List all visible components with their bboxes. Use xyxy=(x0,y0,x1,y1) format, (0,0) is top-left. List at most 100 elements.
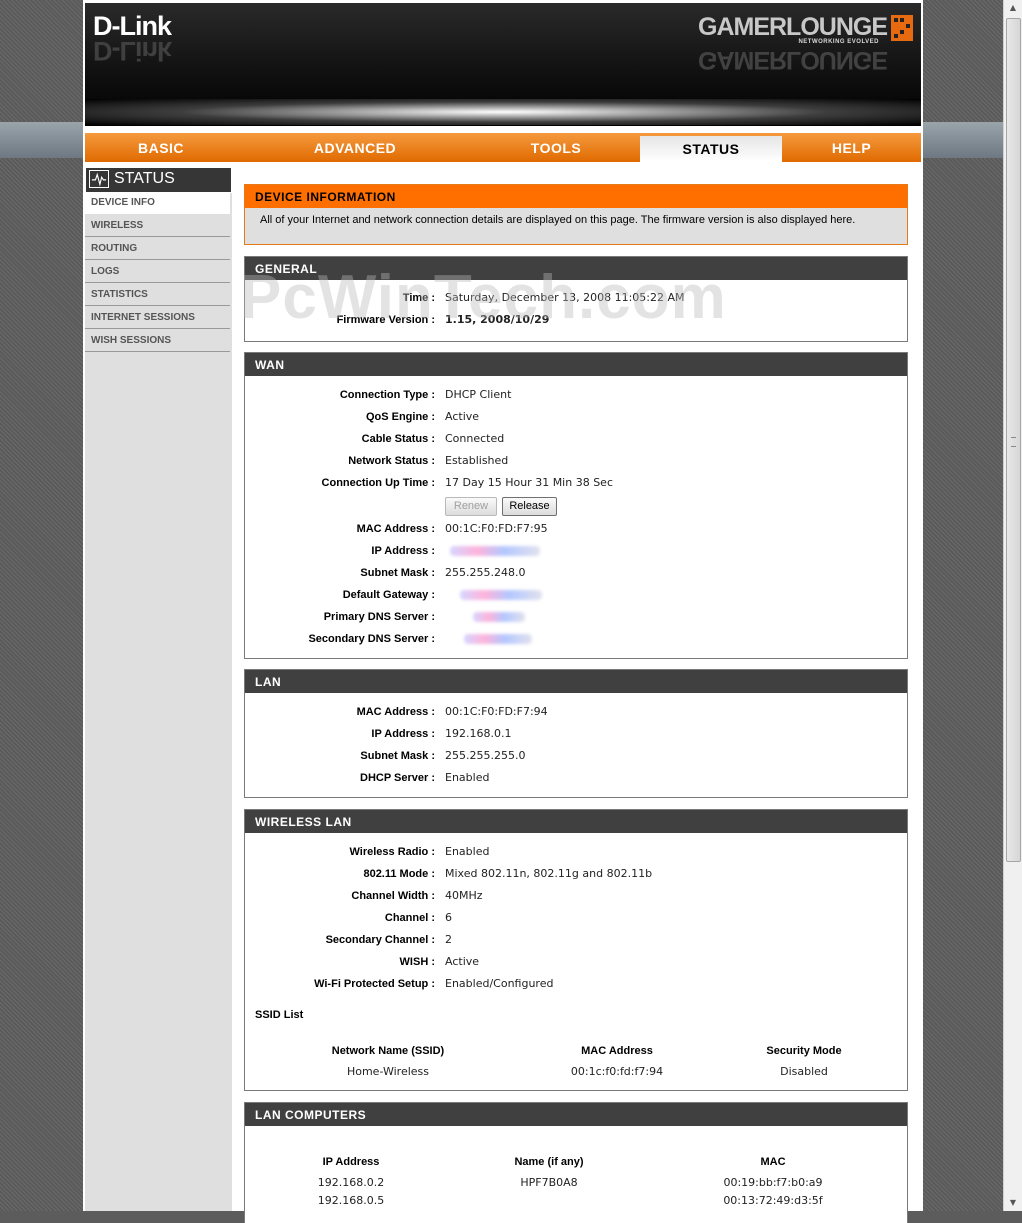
wan-qos-row: QoS Engine : Active xyxy=(245,406,907,428)
lan-computers-header-name: Name (if any) xyxy=(514,1156,584,1168)
release-button[interactable]: Release xyxy=(502,497,557,516)
channel-value: 6 xyxy=(445,911,452,924)
wan-buttons-row: Renew Release xyxy=(245,497,907,519)
tab-basic[interactable]: BASIC xyxy=(85,133,237,162)
lan-ip-label: IP Address : xyxy=(371,728,435,740)
sidebar-title: STATUS xyxy=(114,170,175,187)
wireless-radio-label: Wireless Radio : xyxy=(349,846,435,858)
cable-status-label: Cable Status : xyxy=(361,433,435,445)
redacted-primary-dns xyxy=(473,612,525,622)
general-title: GENERAL xyxy=(245,257,907,280)
lan-subnet-value: 255.255.255.0 xyxy=(445,749,526,762)
secondary-channel-value: 2 xyxy=(445,933,452,946)
wireless-lan-title: WIRELESS LAN xyxy=(245,810,907,833)
ssid-header-security: Security Mode xyxy=(766,1045,842,1057)
ssid-name-cell: Home-Wireless xyxy=(346,1065,430,1078)
wan-uptime-row: Connection Up Time : 17 Day 15 Hour 31 M… xyxy=(245,472,907,494)
channel-label: Channel : xyxy=(384,912,435,924)
wan-subnet-row: Subnet Mask : 255.255.248.0 xyxy=(245,562,907,584)
sidebar-item-statistics[interactable]: STATISTICS xyxy=(85,284,230,306)
tab-advanced[interactable]: ADVANCED xyxy=(237,133,473,162)
dhcp-label: DHCP Server : xyxy=(360,772,435,784)
redacted-ip xyxy=(450,546,540,556)
general-section: GENERAL Time : Saturday, December 13, 20… xyxy=(244,256,908,342)
wan-mac-row: MAC Address : 00:1C:F0:FD:F7:95 xyxy=(245,518,907,540)
sidebar-item-wish-sessions[interactable]: WISH SESSIONS xyxy=(85,330,230,352)
sidebar: STATUS DEVICE INFO WIRELESS ROUTING LOGS… xyxy=(85,167,232,1211)
gamerlounge-logo: GAMERLOUNGE xyxy=(698,13,888,41)
lan-computers-title: LAN COMPUTERS xyxy=(245,1103,907,1126)
gamerlounge-mark-icon xyxy=(891,15,913,41)
device-info-description: All of your Internet and network connect… xyxy=(260,214,856,226)
lan-ip-value: 192.168.0.1 xyxy=(445,727,512,740)
lan-computers-header-ip: IP Address xyxy=(322,1156,380,1168)
dlink-logo: D-Link xyxy=(93,11,172,41)
ssid-list-label: SSID List xyxy=(255,1009,304,1021)
time-row: Time : Saturday, December 13, 2008 11:05… xyxy=(245,287,907,309)
connection-type-label: Connection Type : xyxy=(339,389,435,401)
network-status-value: Established xyxy=(445,454,509,467)
channel-row: Channel : 6 xyxy=(245,907,907,929)
main-nav: BASIC ADVANCED TOOLS STATUS HELP xyxy=(85,133,921,162)
wan-connection-type-row: Connection Type : DHCP Client xyxy=(245,384,907,406)
primary-dns-label: Primary DNS Server : xyxy=(323,611,435,623)
lan-mac-label: MAC Address : xyxy=(356,706,435,718)
lan-computer-ip-cell: 192.168.0.5 xyxy=(317,1194,385,1207)
wireless-lan-section: WIRELESS LAN Wireless Radio : Enabled 80… xyxy=(244,809,908,1091)
sidebar-item-wireless[interactable]: WIRELESS xyxy=(85,215,230,237)
wan-mac-label: MAC Address : xyxy=(356,523,435,535)
wan-subnet-value: 255.255.248.0 xyxy=(445,566,526,579)
firmware-row: Firmware Version : 1.15, 2008/10/29 xyxy=(245,309,907,331)
lan-dhcp-row: DHCP Server : Enabled xyxy=(245,767,907,789)
wps-label: Wi-Fi Protected Setup : xyxy=(314,978,435,990)
scroll-down-arrow-icon[interactable]: ▼ xyxy=(1005,1195,1021,1211)
wireless-radio-value: Enabled xyxy=(445,845,490,858)
wan-ip-label: IP Address : xyxy=(371,545,435,557)
sidebar-item-routing[interactable]: ROUTING xyxy=(85,238,230,260)
scroll-grip-icon xyxy=(1011,437,1016,447)
lan-ip-row: IP Address : 192.168.0.1 xyxy=(245,723,907,745)
tab-status[interactable]: STATUS xyxy=(640,136,782,162)
connection-type-value: DHCP Client xyxy=(445,388,512,401)
wireless-radio-row: Wireless Radio : Enabled xyxy=(245,841,907,863)
ssid-header-name: Network Name (SSID) xyxy=(331,1045,445,1057)
wan-subnet-label: Subnet Mask : xyxy=(360,567,435,579)
sidebar-header: STATUS xyxy=(85,167,232,193)
gamerlounge-tagline: NETWORKING EVOLVED xyxy=(798,39,879,45)
lan-computer-mac-cell: 00:13:72:49:d3:5f xyxy=(723,1194,823,1207)
wan-network-row: Network Status : Established xyxy=(245,450,907,472)
time-label: Time : xyxy=(402,292,435,304)
status-monitor-icon xyxy=(89,170,109,188)
lan-computers-header-mac: MAC xyxy=(760,1156,786,1168)
vertical-scrollbar[interactable]: ▲ ▼ xyxy=(1003,0,1022,1211)
qos-label: QoS Engine : xyxy=(365,411,435,423)
ssid-security-cell: Disabled xyxy=(780,1065,828,1078)
header-light-bar xyxy=(85,99,921,125)
lan-title: LAN xyxy=(245,670,907,693)
wish-label: WISH : xyxy=(399,956,435,968)
wan-mac-value: 00:1C:F0:FD:F7:95 xyxy=(445,522,548,535)
sidebar-item-logs[interactable]: LOGS xyxy=(85,261,230,283)
wps-row: Wi-Fi Protected Setup : Enabled/Configur… xyxy=(245,973,907,995)
lan-mac-row: MAC Address : 00:1C:F0:FD:F7:94 xyxy=(245,701,907,723)
time-value: Saturday, December 13, 2008 11:05:22 AM xyxy=(445,291,685,304)
sidebar-item-internet-sessions[interactable]: INTERNET SESSIONS xyxy=(85,307,230,329)
channel-width-label: Channel Width : xyxy=(351,890,435,902)
scroll-up-arrow-icon[interactable]: ▲ xyxy=(1005,0,1021,16)
wish-row: WISH : Active xyxy=(245,951,907,973)
secondary-channel-row: Secondary Channel : 2 xyxy=(245,929,907,951)
lan-computer-name-cell: HPF7B0A8 xyxy=(520,1176,578,1189)
wireless-mode-row: 802.11 Mode : Mixed 802.11n, 802.11g and… xyxy=(245,863,907,885)
renew-button[interactable]: Renew xyxy=(445,497,497,516)
uptime-label: Connection Up Time : xyxy=(321,477,435,489)
lan-mac-value: 00:1C:F0:FD:F7:94 xyxy=(445,705,548,718)
sidebar-item-device-info[interactable]: DEVICE INFO xyxy=(85,192,230,214)
tab-tools[interactable]: TOOLS xyxy=(473,133,639,162)
redacted-gateway xyxy=(460,590,542,600)
wan-section: WAN Connection Type : DHCP Client QoS En… xyxy=(244,352,908,659)
scroll-thumb[interactable] xyxy=(1006,18,1021,862)
tab-help[interactable]: HELP xyxy=(782,133,921,162)
device-info-box: DEVICE INFORMATION All of your Internet … xyxy=(244,184,908,245)
lan-computer-mac-cell: 00:19:bb:f7:b0:a9 xyxy=(723,1176,823,1189)
wireless-mode-value: Mixed 802.11n, 802.11g and 802.11b xyxy=(445,867,653,880)
